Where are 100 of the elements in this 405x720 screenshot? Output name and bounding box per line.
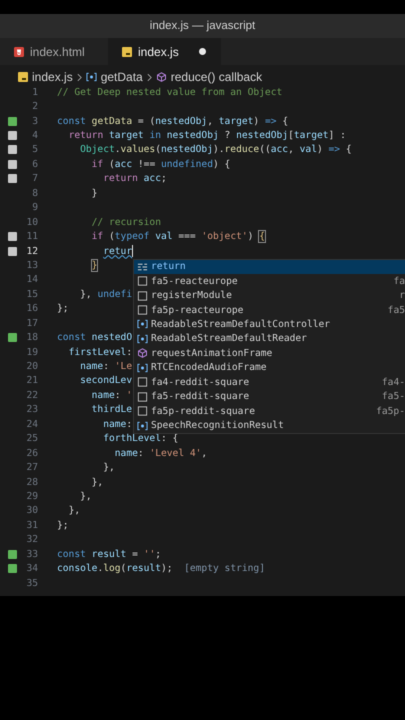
suggestion-item[interactable]: fa5-reacteurope fa [134, 274, 405, 288]
code-line: }, [79, 490, 92, 502]
square-icon [137, 392, 148, 402]
line-number: 33 [25, 548, 38, 560]
line-number: 9 [31, 202, 38, 214]
line-number: 30 [25, 505, 38, 516]
line-number: 15 [25, 288, 38, 300]
code-line: thirdLe [90, 404, 132, 416]
line-number: 28 [25, 476, 38, 488]
code-line: if (typeof val === 'object') { [90, 231, 265, 242]
line-number: 8 [31, 188, 38, 199]
line-number: 22 [25, 390, 38, 401]
square-icon [137, 305, 148, 316]
code-line: }, [102, 462, 115, 474]
code-line: forthLevel: { [102, 433, 178, 444]
suggestion-item[interactable]: ReadableStreamDefaultController [134, 317, 405, 332]
chevron-icon [146, 72, 152, 82]
line-number: 29 [25, 490, 38, 502]
suggestion-item[interactable]: requestAnimationFrame [134, 346, 405, 361]
line-number: 17 [25, 318, 38, 329]
suggestion-item[interactable]: fa4-reddit-square fa4- [134, 375, 405, 390]
code-line: if (acc !== undefined) { [90, 158, 230, 170]
variable-icon [137, 319, 148, 330]
code-line: }; [57, 520, 69, 531]
code-line: // Get Deep nested value from an Object [57, 86, 282, 98]
square-icon [137, 276, 148, 286]
square-icon [137, 290, 148, 301]
line-number: 35 [25, 578, 38, 589]
square-icon [137, 406, 148, 416]
breadcrumb-item[interactable]: reduce() callback [170, 70, 262, 84]
code-line: }, [90, 476, 104, 488]
line-number: 34 [25, 563, 38, 574]
line-number: 32 [25, 534, 38, 546]
line-number: 16 [25, 303, 38, 314]
line-number: 7 [31, 173, 38, 184]
code-line: const result = ''; [57, 548, 162, 560]
code-line: } [90, 260, 98, 271]
chevron-icon [76, 72, 82, 82]
code-line: return target in nestedObj ? nestedObj[target] : [68, 130, 346, 142]
line-number: 31 [25, 520, 38, 531]
line-number: 27 [25, 462, 38, 474]
code-line: name: 'Level 4', [114, 448, 208, 459]
code-line: // recursion [90, 216, 161, 228]
breadcrumb-item[interactable]: getData [100, 70, 143, 84]
code-line: } [90, 188, 98, 199]
line-number: 23 [25, 404, 38, 416]
suggestion-item[interactable]: return [134, 260, 405, 274]
html-file-icon [14, 46, 24, 56]
variable-icon [137, 362, 148, 373]
line-number: 2 [31, 101, 38, 112]
line-number: 24 [25, 418, 38, 430]
code-line: name: ' [90, 390, 132, 401]
js-file-icon [122, 46, 132, 56]
code-line: }, undefi [79, 288, 132, 300]
code-line: console.log(result); [empty string] [57, 563, 265, 574]
suggestion-item[interactable]: fa5-reddit-square fa5- [134, 389, 405, 404]
suggestion-item[interactable]: fa5p-reddit-square fa5p- [134, 404, 405, 418]
code-line: }; [57, 303, 69, 314]
code-line: }, [68, 505, 80, 516]
variable-icon [137, 420, 148, 431]
breadcrumb-item[interactable]: index.js [32, 70, 73, 84]
suggestion-item[interactable]: RTCEncodedAudioFrame [134, 360, 405, 375]
code-line: retur [102, 245, 134, 258]
code-line: const nestedO [57, 332, 132, 344]
line-number: 12 [25, 246, 38, 257]
code-line: secondLev [79, 375, 132, 386]
line-number: 25 [25, 433, 38, 444]
code-line: const getData = (nestedObj, target) => { [57, 116, 288, 127]
suggestion-item[interactable]: ReadableStreamDefaultReader [134, 332, 405, 346]
suggestion-item[interactable]: registerModule r [134, 288, 405, 303]
suggestion-item[interactable]: fa5p-reacteurope fa5 [134, 302, 405, 318]
line-number: 13 [25, 260, 38, 271]
variable-icon [137, 334, 148, 344]
editor-tab[interactable]: index.js [108, 38, 221, 65]
line-number: 26 [25, 448, 38, 459]
window-title: index.js — javascript [150, 20, 256, 32]
line-number: 6 [31, 158, 38, 170]
suggestion-item[interactable]: SpeechRecognitionResult [134, 418, 405, 433]
cube-icon [156, 72, 167, 82]
code-line: name: [102, 418, 132, 430]
line-number: 5 [31, 144, 38, 156]
line-number: 19 [25, 346, 38, 358]
line-number: 18 [25, 332, 38, 344]
line-number: 14 [25, 274, 38, 286]
line-number: 3 [31, 116, 38, 127]
js-file-icon [18, 72, 28, 82]
line-number: 10 [25, 216, 38, 228]
square-icon [137, 377, 148, 388]
line-number: 4 [31, 130, 38, 142]
code-line: return acc; [102, 173, 167, 184]
line-number: 21 [25, 375, 38, 386]
code-line: name: 'Le [79, 361, 132, 372]
code-line: Object.values(nestedObj).reduce((acc, val) => { [79, 144, 352, 156]
code-line: firstLevel: [68, 346, 132, 358]
line-number: 1 [31, 86, 38, 98]
keyword-icon [137, 262, 148, 272]
line-number: 11 [25, 231, 38, 242]
line-number: 20 [25, 361, 38, 372]
variable-icon [86, 72, 97, 82]
cube-icon [137, 348, 148, 358]
